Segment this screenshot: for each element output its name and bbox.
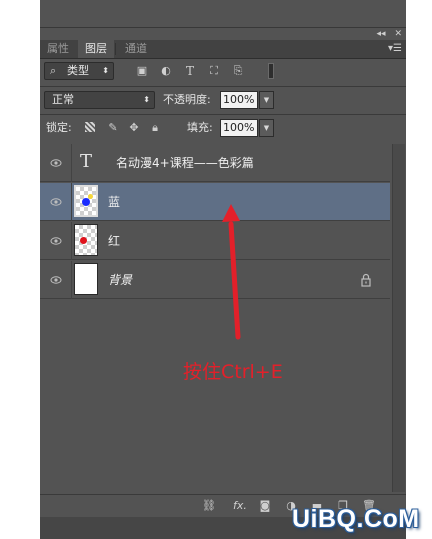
panel-window-controls[interactable]: ◂◂ ✕ <box>377 29 402 39</box>
watermark-logo: UiBQ.CoM <box>292 505 420 533</box>
search-icon: ⌕ <box>50 64 57 77</box>
eye-icon[interactable] <box>50 235 62 247</box>
filter-shape-icon[interactable]: ⛶ <box>208 65 220 77</box>
layer-name: 背景 <box>108 273 133 287</box>
layer-name: 名动漫4+课程——色彩篇 <box>116 156 254 170</box>
divider <box>40 114 406 115</box>
layer-background[interactable]: 背景 <box>40 261 390 299</box>
lock-label: 锁定: <box>46 121 72 134</box>
mask-icon[interactable]: ◙ <box>258 499 272 513</box>
layer-text[interactable]: T 名动漫4+课程——色彩篇 <box>40 144 390 182</box>
lock-icon <box>361 273 371 287</box>
lock-image-pixels-icon[interactable]: ✎ <box>107 122 119 134</box>
eye-icon[interactable] <box>50 196 62 208</box>
layer-name: 红 <box>108 234 121 248</box>
collapse-icon[interactable]: ◂◂ <box>377 29 386 39</box>
filter-adjustment-icon[interactable]: ◐ <box>160 65 172 77</box>
text-layer-icon: T <box>80 151 93 172</box>
fx-icon[interactable]: fx. <box>230 499 250 513</box>
filter-type-icon[interactable]: T <box>184 65 196 77</box>
layers-panel: ◂◂ ✕ 属性 图层 通道 ▾☰ ⌕ 类型 ⬍ ▣ ◐ T ⛶ ⎘ 正常 ⬍ 不… <box>40 0 406 539</box>
panel-title-bar <box>40 0 406 28</box>
divider <box>40 86 406 87</box>
chevron-updown-icon: ⬍ <box>143 95 150 104</box>
filter-pixel-icon[interactable]: ▣ <box>136 65 148 77</box>
layer-name: 蓝 <box>108 195 121 209</box>
chevron-updown-icon: ⬍ <box>102 66 109 75</box>
fill-label: 填充: <box>187 121 213 134</box>
blend-row: 正常 ⬍ 不透明度: 100% ▼ <box>40 91 406 111</box>
eye-icon[interactable] <box>50 157 62 169</box>
tab-separator <box>115 43 116 55</box>
blend-mode-value: 正常 <box>52 93 74 106</box>
layers-list: T 名动漫4+课程——色彩篇 蓝 红 背景 <box>40 144 390 492</box>
blend-mode-select[interactable]: 正常 ⬍ <box>44 91 155 109</box>
opacity-label: 不透明度: <box>163 93 211 106</box>
close-icon[interactable]: ✕ <box>394 29 402 39</box>
filter-kind-select[interactable]: ⌕ 类型 ⬍ <box>44 62 114 80</box>
tab-channels[interactable]: 通道 <box>118 40 154 58</box>
fill-dropdown-button[interactable]: ▼ <box>259 119 274 137</box>
filter-toggle-switch[interactable] <box>268 63 274 79</box>
blue-dot <box>82 198 90 206</box>
lock-row: 锁定: ✎ ✥ 🔒︎ 填充: 100% ▼ <box>40 119 406 139</box>
filter-row: ⌕ 类型 ⬍ ▣ ◐ T ⛶ ⎘ <box>40 62 406 82</box>
opacity-dropdown-button[interactable]: ▼ <box>259 91 274 109</box>
filter-kind-label: 类型 <box>67 64 89 77</box>
layer-thumbnail <box>74 224 98 256</box>
red-dot <box>80 237 87 244</box>
visibility-cell[interactable] <box>40 222 72 260</box>
annotation-text: 按住Ctrl+E <box>183 361 283 383</box>
tab-layers[interactable]: 图层 <box>78 40 114 58</box>
lock-all-icon[interactable]: 🔒︎ <box>149 122 161 134</box>
lock-transparent-pixels-icon[interactable] <box>85 122 95 132</box>
panel-menu-icon[interactable]: ▾☰ <box>388 43 402 54</box>
panel-tab-row: 属性 图层 通道 ▾☰ <box>40 40 406 59</box>
layer-thumbnail <box>74 263 98 295</box>
visibility-cell[interactable] <box>40 183 72 221</box>
layer-thumbnail <box>74 185 98 217</box>
filter-smart-object-icon[interactable]: ⎘ <box>232 65 244 77</box>
fill-input[interactable]: 100% <box>220 119 258 137</box>
layer-red[interactable]: 红 <box>40 222 390 260</box>
layers-scrollbar[interactable] <box>392 144 405 492</box>
opacity-input[interactable]: 100% <box>220 91 258 109</box>
link-icon[interactable]: ⛓ <box>202 499 216 513</box>
lock-position-icon[interactable]: ✥ <box>128 122 140 134</box>
visibility-cell[interactable] <box>40 144 72 182</box>
layer-blue[interactable]: 蓝 <box>40 183 390 221</box>
visibility-cell[interactable] <box>40 261 72 299</box>
eye-icon[interactable] <box>50 274 62 286</box>
tab-properties[interactable]: 属性 <box>40 40 76 58</box>
